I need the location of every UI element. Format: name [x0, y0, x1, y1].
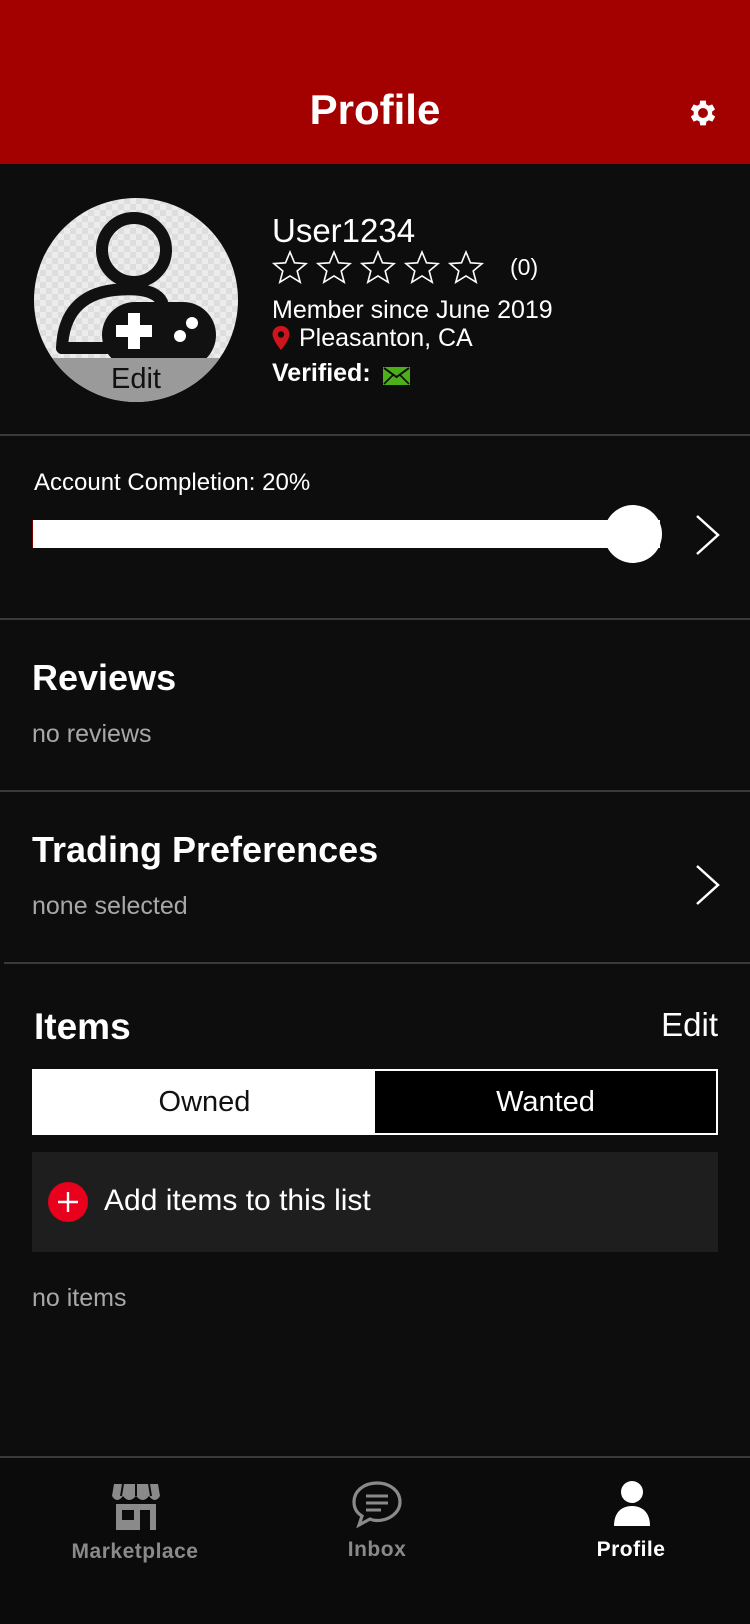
mail-icon	[383, 367, 410, 385]
star-icon	[316, 250, 353, 285]
add-items-label: Add items to this list	[104, 1184, 371, 1217]
trading-preferences-row[interactable]	[0, 792, 750, 962]
items-title: Items	[34, 1006, 131, 1047]
location-text: Pleasanton, CA	[299, 324, 473, 352]
progress-knob	[604, 505, 662, 563]
star-icon	[360, 250, 397, 285]
tab-label: Marketplace	[71, 1540, 199, 1563]
divider	[0, 434, 750, 436]
page-title: Profile	[309, 86, 441, 133]
trading-preferences-title: Trading Preferences	[32, 829, 379, 870]
app-header: Profile	[0, 0, 750, 164]
verified-label: Verified:	[272, 359, 371, 387]
avatar-edit-label[interactable]: Edit	[34, 363, 238, 396]
account-completion-label: Account Completion: 20%	[34, 469, 311, 496]
chevron-right-icon[interactable]	[694, 863, 722, 907]
reviews-subtitle: no reviews	[32, 720, 152, 748]
location-pin-icon	[272, 326, 290, 350]
tab-label: Profile	[596, 1538, 666, 1561]
star-icon	[448, 250, 485, 285]
items-segmented-control: Owned Wanted	[32, 1069, 718, 1135]
account-completion-progress	[32, 505, 662, 563]
username: User1234	[272, 212, 416, 249]
items-empty-label: no items	[32, 1284, 127, 1312]
items-edit-button[interactable]: Edit	[661, 1006, 718, 1044]
tab-marketplace[interactable]: Marketplace	[40, 1458, 230, 1624]
reviews-title: Reviews	[32, 657, 177, 698]
member-since: Member since June 2019	[272, 296, 553, 324]
divider	[4, 962, 750, 964]
rating-stars	[272, 250, 492, 286]
tab-profile[interactable]: Profile	[536, 1458, 726, 1624]
tab-wanted[interactable]: Wanted	[375, 1071, 716, 1133]
divider	[0, 618, 750, 620]
progress-fill	[32, 520, 34, 548]
tab-owned[interactable]: Owned	[34, 1071, 375, 1133]
bottom-tab-bar: Marketplace Inbox Profile	[0, 1456, 750, 1624]
star-icon	[404, 250, 441, 285]
tab-label: Inbox	[347, 1538, 407, 1561]
storefront-icon	[112, 1483, 160, 1530]
star-icon	[272, 250, 309, 285]
plus-circle-icon	[48, 1182, 88, 1222]
chevron-right-icon[interactable]	[694, 513, 722, 557]
gear-icon[interactable]	[686, 96, 720, 130]
user-icon	[614, 1481, 650, 1526]
tab-inbox[interactable]: Inbox	[282, 1458, 472, 1624]
rating-count: (0)	[510, 254, 539, 280]
chat-bubble-icon	[352, 1481, 402, 1528]
trading-preferences-subtitle: none selected	[32, 892, 188, 920]
avatar[interactable]: Edit	[34, 198, 238, 402]
add-items-button[interactable]: Add items to this list	[32, 1152, 718, 1252]
